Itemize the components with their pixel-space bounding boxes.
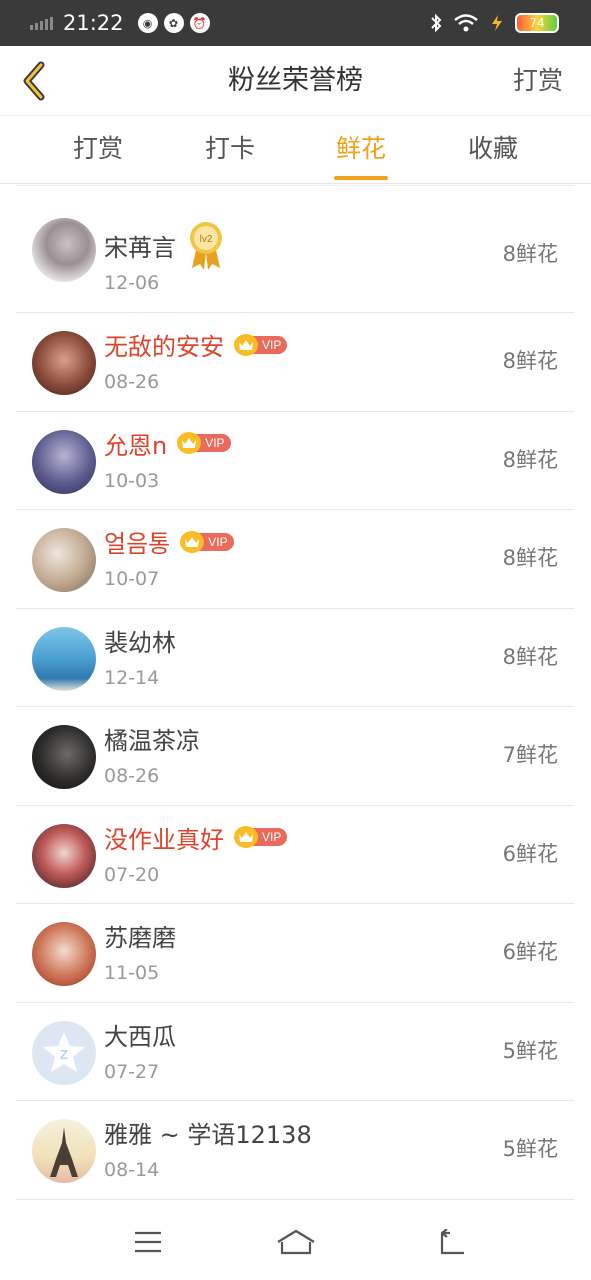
date: 08-14: [104, 1159, 160, 1181]
list-item[interactable]: 橘温茶凉 08-26 7鲜花: [16, 707, 574, 806]
svg-text:Z: Z: [60, 1047, 68, 1062]
list-item[interactable]: 얼음통 VIP 10-07 8鲜花: [16, 510, 574, 609]
list-item[interactable]: 无敌的安安 VIP 08-26 8鲜花: [16, 313, 574, 412]
default-avatar-icon: Z: [43, 1031, 85, 1072]
user-name: 宋苒言: [104, 233, 176, 262]
flower-count: 8鲜花: [502, 349, 558, 373]
flower-count: 7鲜花: [502, 743, 558, 767]
flower-count: 8鲜花: [502, 447, 558, 472]
avatar[interactable]: [32, 218, 96, 282]
crown-icon: [180, 530, 205, 553]
crown-icon: [234, 826, 258, 848]
date: 10-07: [104, 568, 160, 590]
avatar[interactable]: [32, 626, 96, 691]
back-button[interactable]: [14, 58, 54, 104]
tab-label: 打赏: [72, 134, 123, 163]
chevron-left-icon: [23, 61, 45, 101]
user-name: 无敌的安安: [104, 333, 224, 361]
home-button[interactable]: [274, 1220, 318, 1264]
fan-ranking-list: 宋苒言 lv2 12-06 8鲜花 无敌的安安 VIP 08-26 8鲜花 允恩…: [16, 185, 574, 1200]
list-item[interactable]: 宋苒言 lv2 12-06 8鲜花: [16, 186, 574, 313]
vip-badge: VIP: [180, 530, 234, 553]
flower-count: 6鲜花: [502, 940, 558, 964]
flower-count: 5鲜花: [502, 1137, 558, 1161]
tab-tip[interactable]: 打赏: [43, 116, 153, 184]
avatar[interactable]: [32, 331, 96, 395]
bluetooth-icon: [431, 13, 442, 33]
tab-favorites[interactable]: 收藏: [438, 116, 548, 184]
tab-label: 收藏: [467, 134, 518, 163]
medal-icon: lv2: [190, 222, 222, 270]
menu-button[interactable]: [126, 1220, 170, 1264]
status-bar: 21:22 ◉ ✿ ⏰ 74: [0, 0, 591, 46]
list-item[interactable]: Z 大西瓜 07-27 5鲜花: [16, 1003, 574, 1101]
vip-badge: VIP: [234, 826, 288, 848]
menu-icon: [135, 1231, 161, 1253]
list-item[interactable]: 允恩n VIP 10-03 8鲜花: [16, 412, 574, 510]
date: 12-06: [104, 272, 160, 294]
user-name: 大西瓜: [104, 1022, 176, 1051]
header: 粉丝荣誉榜 打赏: [0, 46, 591, 116]
avatar[interactable]: Z: [32, 1020, 96, 1085]
list-item[interactable]: 没作业真好 VIP 07-20 6鲜花: [16, 806, 574, 904]
date: 08-26: [104, 371, 160, 393]
eiffel-tower-icon: [50, 1127, 78, 1177]
tab-label: 鲜花: [335, 134, 386, 163]
avatar[interactable]: [32, 922, 96, 986]
wechat-icon: ✿: [163, 13, 184, 33]
date: 07-27: [104, 1060, 160, 1083]
return-icon: [440, 1229, 464, 1255]
vip-badge: VIP: [177, 432, 231, 454]
user-name: 雅雅 ~ 学语12138: [104, 1121, 312, 1149]
flower-count: 8鲜花: [502, 242, 558, 266]
date: 10-03: [104, 469, 160, 492]
avatar[interactable]: [32, 725, 96, 789]
medal-level: lv2: [200, 234, 213, 245]
battery-level: 74: [529, 16, 545, 30]
flower-count: 6鲜花: [502, 841, 558, 866]
alarm-icon: ⏰: [189, 13, 210, 33]
flower-count: 8鲜花: [502, 546, 558, 570]
avatar[interactable]: [32, 429, 96, 494]
tab-label: 打卡: [204, 134, 255, 163]
user-name: 얼음통: [104, 530, 171, 558]
user-name: 允恩n: [104, 431, 168, 460]
active-tab-indicator: [334, 176, 388, 180]
flower-count: 5鲜花: [502, 1038, 558, 1063]
crown-icon: [234, 333, 258, 356]
wifi-icon: [454, 14, 478, 32]
flower-count: 8鲜花: [502, 644, 558, 669]
battery-icon: 74: [515, 13, 559, 33]
avatar[interactable]: [32, 528, 96, 592]
tab-checkin[interactable]: 打卡: [175, 116, 285, 184]
charging-icon: [492, 15, 502, 31]
list-item[interactable]: 雅雅 ~ 学语12138 08-14 5鲜花: [16, 1101, 574, 1200]
tab-bar: 打赏 打卡 鲜花 收藏: [0, 116, 591, 184]
date: 12-14: [104, 666, 160, 689]
home-icon: [277, 1229, 315, 1255]
page-title: 粉丝荣誉榜: [228, 65, 363, 96]
user-name: 没作业真好: [104, 825, 224, 854]
date: 08-26: [104, 765, 160, 787]
tip-button[interactable]: 打赏: [513, 46, 563, 116]
signal-icon: [30, 16, 53, 30]
voice-notification-icon: ◉: [137, 13, 158, 33]
tab-flowers[interactable]: 鲜花: [306, 116, 416, 184]
date: 11-05: [104, 962, 160, 984]
user-name: 橘温茶凉: [104, 727, 200, 755]
vip-badge: VIP: [234, 333, 288, 356]
user-name: 裴幼林: [104, 628, 176, 657]
list-item[interactable]: 苏磨磨 11-05 6鲜花: [16, 904, 574, 1003]
user-name: 苏磨磨: [104, 924, 176, 952]
status-time: 21:22: [63, 11, 124, 35]
list-item[interactable]: 裴幼林 12-14 8鲜花: [16, 609, 574, 707]
date: 07-20: [104, 863, 160, 886]
back-nav-button[interactable]: [430, 1220, 474, 1264]
avatar[interactable]: [32, 823, 96, 888]
system-nav-bar: [0, 1200, 591, 1280]
avatar[interactable]: [32, 1119, 96, 1183]
